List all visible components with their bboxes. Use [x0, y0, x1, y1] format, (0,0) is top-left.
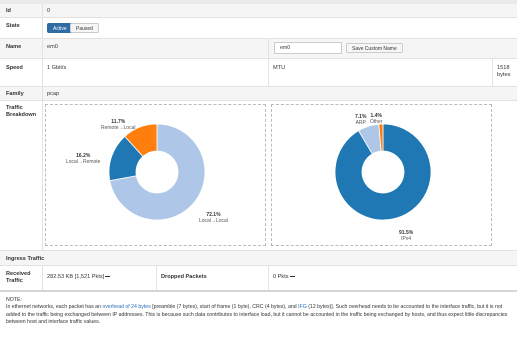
family-value: pcap	[47, 91, 60, 97]
custom-name-input[interactable]: em0	[274, 42, 342, 54]
ingress-traffic-label: Ingress Traffic	[6, 256, 45, 262]
interface-details-page: Id 0 State Active Paused Name em0 em0 Sa…	[0, 0, 517, 344]
received-traffic-value: 282.53 KB [1,521 Pkts]	[47, 274, 111, 280]
label-local-remote: 16.2% Local→Remote	[66, 153, 101, 165]
note-title: NOTE:	[6, 297, 22, 303]
row-family: Family pcap	[0, 87, 517, 101]
note-text: In ethernet networks, each packet has an…	[6, 304, 508, 325]
overhead-note: NOTE: In ethernet networks, each packet …	[6, 297, 512, 326]
id-label: Id	[6, 8, 11, 14]
row-speed: Speed 1 Gbit/s MTU 1518 bytes	[0, 59, 517, 87]
ifg-link[interactable]: IFG	[298, 304, 307, 310]
id-value: 0	[47, 8, 51, 14]
row-id: Id 0	[0, 4, 517, 18]
traffic-protocol-pie	[334, 123, 432, 221]
trend-stable-icon	[105, 275, 111, 278]
overhead-link[interactable]: overhead of 24 bytes	[102, 304, 150, 310]
label-remote-local: 11.7% Remote→Local	[101, 119, 136, 131]
traffic-direction-pie	[108, 123, 206, 221]
label-local-local: 72.1% Local→Local	[199, 212, 228, 224]
active-button[interactable]: Active	[47, 23, 73, 33]
row-name: Name em0 em0 Save Custom Name	[0, 39, 517, 59]
row-received: Received Traffic 282.53 KB [1,521 Pkts] …	[0, 266, 517, 292]
row-ingress: Ingress Traffic	[0, 251, 517, 266]
save-custom-name-button[interactable]: Save Custom Name	[346, 43, 403, 53]
label-other: 1.4% Other	[370, 113, 383, 125]
traffic-protocol-chart: 7.1% ARP 1.4% Other 91.5% IPv4	[271, 104, 492, 246]
row-state: State Active Paused	[0, 18, 517, 39]
speed-label: Speed	[6, 65, 23, 71]
state-label: State	[6, 23, 20, 29]
received-traffic-label: Received Traffic	[6, 271, 31, 284]
family-label: Family	[6, 91, 24, 97]
mtu-label: MTU	[273, 65, 286, 71]
mtu-value: 1518 bytes	[497, 65, 511, 78]
row-traffic-breakdown: Traffic Breakdown 11.7% Remote→Local 16.2…	[0, 101, 517, 251]
speed-value: 1 Gbit/s	[47, 65, 67, 71]
trend-stable-icon	[289, 275, 295, 278]
dropped-packets-label: Dropped Packets	[161, 274, 207, 280]
traffic-breakdown-label: Traffic Breakdown	[6, 105, 37, 118]
label-ipv4: 91.5% IPv4	[399, 230, 414, 242]
label-arp: 7.1% ARP	[355, 114, 367, 126]
name-label: Name	[6, 44, 22, 50]
paused-button[interactable]: Paused	[70, 23, 99, 33]
name-value: em0	[47, 44, 58, 50]
dropped-packets-value: 0 Pkts	[273, 274, 295, 280]
traffic-direction-chart: 11.7% Remote→Local 16.2% Local→Remote 72.1…	[45, 104, 266, 246]
